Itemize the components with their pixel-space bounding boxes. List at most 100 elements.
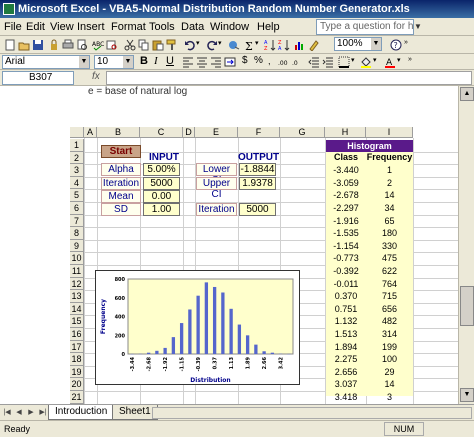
- menu-insert[interactable]: Insert: [77, 20, 105, 34]
- histogram-frequency-cell[interactable]: 656: [366, 304, 413, 315]
- histogram-frequency-cell[interactable]: 199: [366, 342, 413, 353]
- font-size-select[interactable]: 10 ▼: [94, 55, 134, 69]
- underline-icon[interactable]: U: [166, 55, 174, 67]
- new-icon[interactable]: [4, 39, 16, 51]
- row-header-1[interactable]: 1: [70, 139, 84, 152]
- excel-app-icon[interactable]: [3, 3, 15, 15]
- hyperlink-icon[interactable]: [228, 39, 240, 51]
- histogram-class-cell[interactable]: 1.132: [326, 316, 366, 327]
- row-header-12[interactable]: 12: [70, 277, 84, 291]
- font-dropdown-icon[interactable]: ▼: [79, 56, 89, 68]
- histogram-class-cell[interactable]: 2.275: [326, 354, 366, 365]
- row-header-21[interactable]: 21: [70, 391, 84, 404]
- print-icon[interactable]: [62, 39, 74, 51]
- vertical-scrollbar[interactable]: ▲ ▼: [458, 86, 474, 404]
- histogram-frequency-cell[interactable]: 715: [366, 291, 413, 302]
- histogram-frequency-cell[interactable]: 314: [366, 329, 413, 340]
- select-all-corner[interactable]: [70, 127, 84, 138]
- column-header-a[interactable]: A: [84, 127, 97, 138]
- row-header-20[interactable]: 20: [70, 378, 84, 391]
- name-box[interactable]: B307: [2, 71, 74, 85]
- undo-icon[interactable]: [184, 39, 196, 51]
- row-header-4[interactable]: 4: [70, 176, 84, 190]
- first-sheet-icon[interactable]: |◀: [2, 407, 12, 419]
- histogram-frequency-cell[interactable]: 2: [366, 178, 413, 189]
- row-header-13[interactable]: 13: [70, 290, 84, 303]
- row-header-5[interactable]: 5: [70, 189, 84, 202]
- align-right-icon[interactable]: [210, 56, 222, 68]
- histogram-frequency-cell[interactable]: 622: [366, 266, 413, 277]
- column-header-d[interactable]: D: [183, 127, 195, 138]
- column-header-e[interactable]: E: [195, 127, 238, 138]
- sort-descending-icon[interactable]: ZA: [278, 39, 290, 51]
- input-value-alpha[interactable]: 5.00%: [143, 163, 180, 176]
- redo-icon[interactable]: [206, 39, 218, 51]
- tab-introduction[interactable]: Introduction: [48, 405, 115, 420]
- histogram-frequency-cell[interactable]: 14: [366, 190, 413, 201]
- column-header-g[interactable]: G: [280, 127, 325, 138]
- histogram-class-cell[interactable]: -0.011: [326, 279, 366, 290]
- histogram-frequency-cell[interactable]: 180: [366, 228, 413, 239]
- italic-icon[interactable]: I: [154, 55, 158, 67]
- font-size-dropdown-icon[interactable]: ▼: [123, 56, 133, 68]
- row-header-14[interactable]: 14: [70, 302, 84, 316]
- last-sheet-icon[interactable]: ▶|: [38, 407, 48, 419]
- histogram-class-cell[interactable]: -3.440: [326, 165, 366, 176]
- tab-sheet1[interactable]: Sheet1: [112, 405, 158, 420]
- chart-wizard-icon[interactable]: [294, 39, 306, 51]
- decrease-indent-icon[interactable]: [308, 56, 320, 68]
- start-button[interactable]: Start: [101, 145, 141, 158]
- menu-data[interactable]: Data: [181, 20, 204, 34]
- menu-help[interactable]: Help: [257, 20, 280, 34]
- spelling-icon[interactable]: ABC: [92, 39, 104, 51]
- row-header-16[interactable]: 16: [70, 328, 84, 341]
- menu-view[interactable]: View: [50, 20, 74, 34]
- insert-function-icon[interactable]: fx: [92, 71, 100, 82]
- zoom-select[interactable]: 100% ▼: [334, 37, 382, 51]
- align-center-icon[interactable]: [196, 56, 208, 68]
- column-header-c[interactable]: C: [140, 127, 183, 138]
- research-icon[interactable]: [106, 39, 118, 51]
- column-header-b[interactable]: B: [97, 127, 140, 138]
- currency-icon[interactable]: $: [242, 55, 248, 66]
- paste-icon[interactable]: [152, 39, 164, 51]
- frequency-chart[interactable]: 0 200 400 600 800 -3.44 -2.68 -1.92 -1.15 -0.39 0.…: [95, 270, 300, 385]
- help-search-input[interactable]: Type a question for help: [316, 19, 414, 35]
- column-header-i[interactable]: I: [366, 127, 413, 138]
- histogram-frequency-cell[interactable]: 764: [366, 279, 413, 290]
- histogram-class-cell[interactable]: 3.037: [326, 379, 366, 390]
- histogram-class-cell[interactable]: -3.059: [326, 178, 366, 189]
- row-header-10[interactable]: 10: [70, 252, 84, 265]
- font-color-icon[interactable]: A: [384, 56, 396, 68]
- fill-color-icon[interactable]: [360, 56, 372, 68]
- row-header-15[interactable]: 15: [70, 315, 84, 328]
- histogram-frequency-cell[interactable]: 14: [366, 379, 413, 390]
- menu-format[interactable]: Format: [111, 20, 146, 34]
- histogram-class-cell[interactable]: 1.894: [326, 342, 366, 353]
- histogram-frequency-cell[interactable]: 65: [366, 216, 413, 227]
- menu-edit[interactable]: Edit: [26, 20, 45, 34]
- help-dropdown-icon[interactable]: ▼: [414, 19, 424, 35]
- histogram-class-cell[interactable]: 0.370: [326, 291, 366, 302]
- percent-icon[interactable]: %: [254, 55, 263, 66]
- histogram-frequency-cell[interactable]: 330: [366, 241, 413, 252]
- row-header-18[interactable]: 18: [70, 353, 84, 366]
- open-icon[interactable]: [18, 39, 30, 51]
- input-value-iteration[interactable]: 5000: [143, 177, 180, 190]
- copy-icon[interactable]: [138, 39, 150, 51]
- row-header-2[interactable]: 2: [70, 151, 84, 165]
- horizontal-scrollbar[interactable]: [152, 407, 472, 419]
- format-toolbar-options-icon[interactable]: »: [408, 56, 420, 68]
- histogram-frequency-cell[interactable]: 29: [366, 367, 413, 378]
- input-value-mean[interactable]: 0.00: [143, 190, 180, 203]
- toolbar-options-icon[interactable]: »: [404, 39, 416, 51]
- histogram-class-cell[interactable]: -2.678: [326, 190, 366, 201]
- scroll-down-icon[interactable]: ▼: [460, 388, 474, 402]
- row-header-9[interactable]: 9: [70, 239, 84, 253]
- save-icon[interactable]: [32, 39, 44, 51]
- histogram-class-cell[interactable]: 2.656: [326, 367, 366, 378]
- histogram-class-cell[interactable]: -0.392: [326, 266, 366, 277]
- increase-decimal-icon[interactable]: .00: [278, 56, 290, 68]
- comma-style-icon[interactable]: ,: [268, 56, 271, 66]
- histogram-frequency-cell[interactable]: 34: [366, 203, 413, 214]
